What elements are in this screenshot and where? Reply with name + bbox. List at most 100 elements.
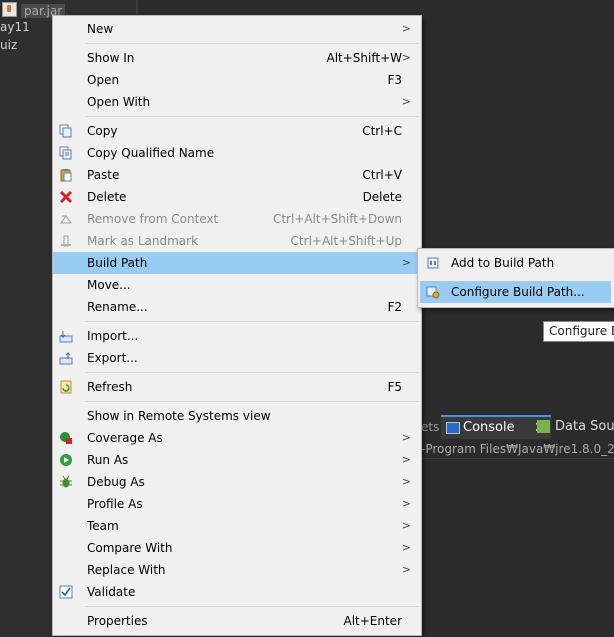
menu-item-label: Show In <box>87 51 135 65</box>
menu-item-import[interactable]: Import... <box>53 325 421 347</box>
menu-item-properties[interactable]: Properties Alt+Enter <box>53 610 421 632</box>
menu-item-delete[interactable]: Delete Delete <box>53 186 421 208</box>
menu-item-copy-qualified-name[interactable]: Copy Qualified Name <box>53 142 421 164</box>
menu-item-move[interactable]: Move... <box>53 274 421 296</box>
menu-item-run-as[interactable]: Run As > <box>53 449 421 471</box>
chevron-right-icon: > <box>401 563 411 576</box>
console-process-line: -Program Files₩Java₩jre1.8.0_281₩bin <box>421 440 614 459</box>
menu-item-label: Delete <box>87 190 127 204</box>
menu-item-label: Team <box>87 519 119 533</box>
menu-item-profile-as[interactable]: Profile As > <box>53 493 421 515</box>
tab-fragment-label[interactable]: ets <box>421 415 439 439</box>
menu-separator <box>85 372 419 373</box>
menu-item-replace-with[interactable]: Replace With > <box>53 559 421 581</box>
menu-item-label: Export... <box>87 351 138 365</box>
chevron-right-icon: > <box>401 497 411 510</box>
menu-item-validate[interactable]: Validate <box>53 581 421 603</box>
remove-context-icon <box>60 215 72 224</box>
coverage-icon <box>60 432 72 444</box>
menu-item-label: Show in Remote Systems view <box>87 409 271 423</box>
menu-item-team[interactable]: Team > <box>53 515 421 537</box>
menu-item-label: Profile As <box>87 497 143 511</box>
jar-file-icon <box>2 2 17 17</box>
context-menu: New > Show In Alt+Shift+W > Open F3 Open… <box>52 15 422 636</box>
menu-separator <box>85 43 419 44</box>
bottom-tab-bar: ets Console ✕ Data Source <box>421 415 614 439</box>
menu-item-build-path[interactable]: Build Path > <box>53 252 421 274</box>
data-source-icon <box>537 420 550 433</box>
add-to-build-path-icon <box>427 257 439 269</box>
menu-item-open-with[interactable]: Open With > <box>53 91 421 113</box>
menu-item-open[interactable]: Open F3 <box>53 69 421 91</box>
chevron-right-icon: > <box>401 475 411 488</box>
chevron-right-icon: > <box>401 431 411 444</box>
menu-item-show-in[interactable]: Show In Alt+Shift+W > <box>53 47 421 69</box>
menu-item-paste[interactable]: Paste Ctrl+V <box>53 164 421 186</box>
menu-item-shortcut: Alt+Shift+W <box>326 51 403 65</box>
run-icon <box>60 454 72 466</box>
chevron-right-icon: > <box>401 22 411 35</box>
menu-item-label: Compare With <box>87 541 173 555</box>
tree-item-day11[interactable]: ay11 <box>0 19 30 36</box>
menu-separator <box>85 606 419 607</box>
menu-item-label: Build Path <box>87 256 148 270</box>
chevron-right-icon: > <box>401 519 411 532</box>
menu-item-show-in-remote-systems[interactable]: Show in Remote Systems view <box>53 405 421 427</box>
chevron-right-icon: > <box>401 51 411 64</box>
delete-red-x-icon <box>59 190 73 204</box>
tab-console[interactable]: Console ✕ <box>441 415 551 439</box>
menu-item-shortcut: F3 <box>387 73 402 87</box>
menu-separator <box>85 116 419 117</box>
paste-icon <box>60 169 72 182</box>
menu-item-shortcut: Ctrl+Alt+Shift+Up <box>290 234 402 248</box>
console-icon <box>446 422 460 434</box>
menu-item-label: Remove from Context <box>87 212 219 226</box>
menu-item-label: Coverage As <box>87 431 163 445</box>
refresh-icon <box>60 380 72 394</box>
menu-item-shortcut: Ctrl+C <box>362 124 402 138</box>
submenu-item-add-to-build-path[interactable]: Add to Build Path <box>420 252 611 274</box>
menu-item-label: Open With <box>87 95 151 109</box>
menu-item-shortcut: Ctrl+Alt+Shift+Down <box>272 212 402 226</box>
menu-item-export[interactable]: Export... <box>53 347 421 369</box>
tab-console-label: Console <box>463 420 515 435</box>
tree-item-label: uiz <box>0 38 18 52</box>
menu-item-label: Debug As <box>87 475 145 489</box>
menu-item-label: Rename... <box>87 300 148 314</box>
menu-separator <box>85 321 419 322</box>
menu-item-label: Paste <box>87 168 120 182</box>
submenu-item-configure-build-path[interactable]: Configure Build Path... <box>420 281 611 303</box>
copy-icon <box>59 124 72 138</box>
copy-qualified-icon <box>59 146 72 160</box>
menu-item-label: Move... <box>87 278 131 292</box>
tree-item-label: ay11 <box>0 20 30 34</box>
menu-item-label: Run As <box>87 453 129 467</box>
menu-item-label: Open <box>87 73 120 87</box>
debug-bug-icon <box>60 475 72 488</box>
export-icon <box>59 351 73 365</box>
menu-item-label: Copy Qualified Name <box>87 146 215 160</box>
menu-item-refresh[interactable]: Refresh F5 <box>53 376 421 398</box>
menu-item-remove-from-context: Remove from Context Ctrl+Alt+Shift+Down <box>53 208 421 230</box>
configure-build-path-icon <box>426 286 440 299</box>
tree-item-quiz[interactable]: uiz <box>0 37 17 54</box>
menu-item-compare-with[interactable]: Compare With > <box>53 537 421 559</box>
menu-item-label: Refresh <box>87 380 133 394</box>
menu-item-debug-as[interactable]: Debug As > <box>53 471 421 493</box>
menu-item-label: Properties <box>87 614 148 628</box>
menu-item-rename[interactable]: Rename... F2 <box>53 296 421 318</box>
console-output-area[interactable] <box>421 459 614 637</box>
menu-item-label: Copy <box>87 124 118 138</box>
build-path-submenu: Add to Build Path Configure Build Path..… <box>417 248 614 308</box>
menu-separator <box>85 401 419 402</box>
menu-item-shortcut: Delete <box>362 190 402 204</box>
checkbox-checked-icon <box>59 585 73 599</box>
import-icon <box>59 331 73 343</box>
menu-item-coverage-as[interactable]: Coverage As > <box>53 427 421 449</box>
menu-item-copy[interactable]: Copy Ctrl+C <box>53 120 421 142</box>
menu-item-label: New <box>87 22 114 36</box>
chevron-right-icon: > <box>401 256 411 269</box>
menu-item-label: Mark as Landmark <box>87 234 199 248</box>
menu-item-label: Import... <box>87 329 139 343</box>
menu-item-new[interactable]: New > <box>53 18 421 40</box>
